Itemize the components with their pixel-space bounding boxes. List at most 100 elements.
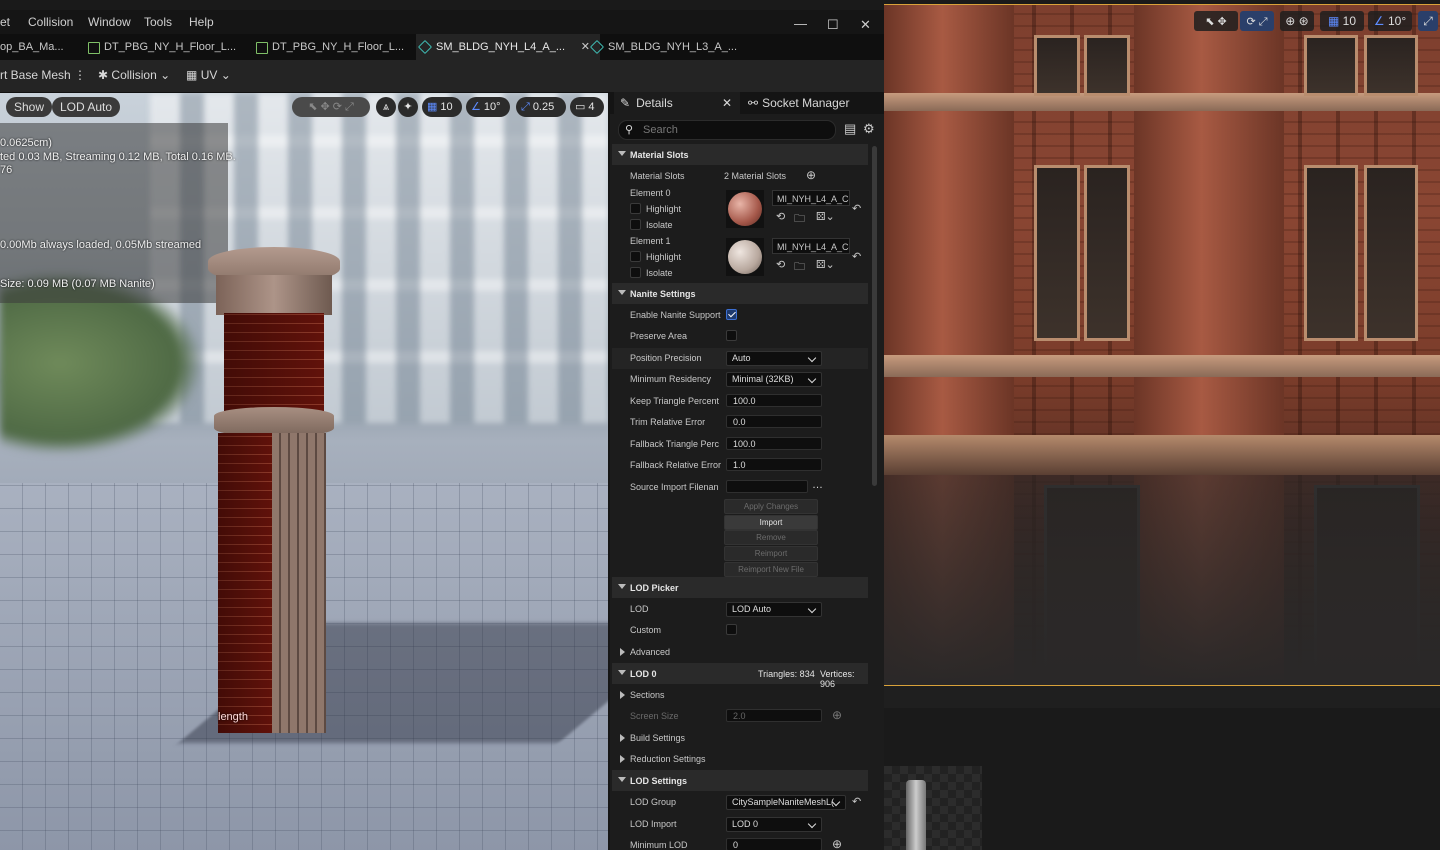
- uv-dropdown[interactable]: ▦ UV ⌄: [186, 68, 231, 82]
- reset-icon[interactable]: ↶: [852, 795, 861, 808]
- add-slot-icon[interactable]: ⊕: [806, 168, 816, 182]
- grid-snap[interactable]: ▦ 10: [1320, 11, 1364, 31]
- tab-dt-floor-1[interactable]: DT_PBG_NY_H_Floor_L...: [84, 34, 264, 60]
- collision-dropdown[interactable]: ✱ Collision ⌄: [98, 68, 170, 82]
- add-icon[interactable]: ⊕: [832, 837, 842, 850]
- material-options-icon[interactable]: ⚄⌄: [816, 210, 835, 223]
- highlight-checkbox[interactable]: [630, 203, 641, 214]
- row-advanced[interactable]: Advanced: [612, 642, 868, 663]
- more-options-icon[interactable]: ⋮: [74, 68, 86, 82]
- expand-arrow-icon: [620, 648, 625, 656]
- select-value: Auto: [732, 353, 751, 363]
- lod-import-select[interactable]: LOD 0: [726, 817, 822, 832]
- section-label: Material Slots: [630, 150, 689, 160]
- reset-icon[interactable]: ↶: [852, 250, 861, 263]
- more-options-icon[interactable]: …: [812, 479, 823, 491]
- material-thumbnail[interactable]: [726, 238, 764, 276]
- details-scrollbar[interactable]: [872, 146, 877, 486]
- fallback-triangle-perc-input[interactable]: 100.0: [726, 437, 822, 450]
- minimum-lod-input[interactable]: 0: [726, 838, 822, 850]
- scale-snap-icon[interactable]: ⤢: [1418, 11, 1438, 31]
- import-button[interactable]: Import: [724, 515, 818, 530]
- screen-size-input[interactable]: 2.0: [726, 709, 822, 722]
- enable-nanite-checkbox[interactable]: [726, 309, 737, 320]
- close-tab-icon[interactable]: ✕: [722, 92, 732, 114]
- use-selected-icon[interactable]: ⟲: [776, 258, 785, 271]
- right-viewport[interactable]: ⬉ ✥ ⟳ ⤢ ⊕ ⊛ ▦ 10 ∠ 10° ⤢: [884, 4, 1440, 686]
- section-material-slots[interactable]: Material Slots: [612, 144, 868, 165]
- menu-item-window[interactable]: Window: [88, 15, 131, 29]
- section-lod-picker[interactable]: LOD Picker: [612, 577, 868, 598]
- section-lod-0[interactable]: LOD 0 Triangles: 834 Vertices: 906: [612, 663, 868, 689]
- keep-triangle-percent-input[interactable]: 100.0: [726, 394, 822, 407]
- menu-item-collision[interactable]: Collision: [28, 15, 73, 29]
- angle-snap[interactable]: ∠ 10°: [1368, 11, 1412, 31]
- angle-snap-group[interactable]: ∠ 10°: [466, 97, 510, 117]
- maximize-button[interactable]: ☐: [827, 17, 839, 33]
- use-selected-icon[interactable]: ⟲: [776, 210, 785, 223]
- row-label: Reduction Settings: [630, 754, 706, 764]
- add-icon[interactable]: ⊕: [832, 708, 842, 722]
- browse-icon[interactable]: 🗀: [794, 210, 805, 229]
- material-options-icon[interactable]: ⚄⌄: [816, 258, 835, 271]
- material-thumbnail[interactable]: [726, 190, 764, 228]
- row-lod: LOD LOD Auto: [612, 599, 868, 620]
- menu-item-tools[interactable]: Tools: [144, 15, 172, 29]
- section-nanite-settings[interactable]: Nanite Settings: [612, 283, 868, 304]
- world-local-toggle[interactable]: ⊕ ⊛: [1280, 11, 1314, 31]
- rotate-tool[interactable]: ⟳ ⤢: [1240, 11, 1274, 31]
- reimport-button[interactable]: Reimport: [724, 546, 818, 561]
- material-picker[interactable]: MI_NYH_L4_A_Corr: [772, 190, 850, 206]
- reset-icon[interactable]: ↶: [852, 202, 861, 215]
- row-build-settings[interactable]: Build Settings: [612, 728, 868, 749]
- custom-lod-checkbox[interactable]: [726, 624, 737, 635]
- row-sections[interactable]: Sections: [612, 685, 868, 706]
- isolate-checkbox[interactable]: [630, 267, 641, 278]
- local-world-icon[interactable]: ✦: [398, 97, 418, 117]
- grid-snap-group[interactable]: ▦ 10: [422, 97, 462, 117]
- row-fallback-relative-error: Fallback Relative Error 1.0: [612, 455, 868, 476]
- tab-sm-bldg-l4[interactable]: SM_BLDG_NYH_L4_A_... ✕: [416, 34, 600, 60]
- preserve-area-checkbox[interactable]: [726, 330, 737, 341]
- highlight-checkbox[interactable]: [630, 251, 641, 262]
- camera-speed-value: 4: [588, 101, 595, 113]
- table-view-icon[interactable]: ▤: [844, 121, 856, 137]
- row-reduction-settings[interactable]: Reduction Settings: [612, 749, 868, 770]
- lod-group-select[interactable]: CitySampleNaniteMeshL(: [726, 795, 846, 810]
- position-precision-select[interactable]: Auto: [726, 351, 822, 366]
- source-import-filename-input[interactable]: [726, 480, 808, 493]
- material-picker[interactable]: MI_NYH_L4_A_Corr: [772, 238, 850, 254]
- row-label: Keep Triangle Percent: [630, 396, 720, 406]
- mesh-viewport[interactable]: 0.0625cm) ted 0.03 MB, Streaming 0.12 MB…: [0, 93, 608, 850]
- tab-sm-bldg-l3[interactable]: SM_BLDG_NYH_L3_A_...: [588, 34, 768, 60]
- menu-item-asset[interactable]: et: [0, 15, 10, 29]
- show-button[interactable]: Show: [6, 97, 53, 117]
- isolate-checkbox[interactable]: [630, 219, 641, 230]
- apply-changes-button[interactable]: Apply Changes: [724, 499, 818, 514]
- window: [1084, 35, 1130, 96]
- reimport-new-file-button[interactable]: Reimport New File: [724, 562, 818, 577]
- row-source-import-filename: Source Import Filenan…: [612, 477, 868, 498]
- camera-speed-group[interactable]: ▭ 4: [570, 97, 604, 117]
- minimum-residency-select[interactable]: Minimal (32KB): [726, 372, 822, 387]
- gear-icon[interactable]: ⚙: [863, 121, 875, 137]
- browse-icon[interactable]: 🗀: [794, 258, 805, 277]
- fallback-relative-error-input[interactable]: 1.0: [726, 458, 822, 471]
- scale-snap-group[interactable]: ⤢ 0.25: [516, 97, 566, 117]
- asset-thumbnail[interactable]: [884, 766, 982, 850]
- lod-select[interactable]: LOD Auto: [726, 602, 822, 617]
- remove-button[interactable]: Remove: [724, 530, 818, 545]
- transform-tools[interactable]: ⬉ ✥: [1194, 11, 1238, 31]
- menu-item-help[interactable]: Help: [189, 15, 214, 29]
- close-button[interactable]: ✕: [860, 17, 871, 33]
- minimize-button[interactable]: —: [794, 16, 807, 31]
- base-mesh-button[interactable]: rt Base Mesh ⋮: [0, 68, 86, 82]
- trim-relative-error-input[interactable]: 0.0: [726, 415, 822, 428]
- surface-snap-icon[interactable]: ⩓: [376, 97, 396, 117]
- search-input[interactable]: ⚲ Search: [618, 120, 836, 140]
- tab-dt-floor-2[interactable]: DT_PBG_NY_H_Floor_L...: [252, 34, 432, 60]
- tab-details[interactable]: ✎ Details ✕: [614, 92, 740, 114]
- lod-auto-button[interactable]: LOD Auto: [52, 97, 121, 117]
- section-lod-settings[interactable]: LOD Settings: [612, 770, 868, 791]
- tab-socket-manager[interactable]: ⚯ Socket Manager: [744, 92, 874, 114]
